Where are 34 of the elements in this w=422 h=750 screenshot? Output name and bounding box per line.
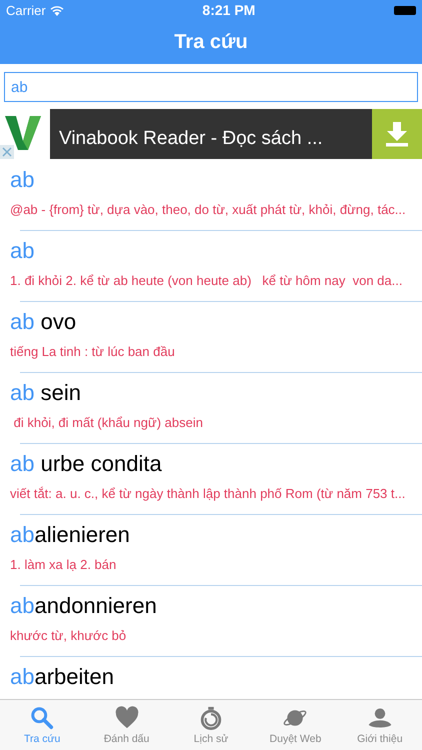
entry-definition: tiếng La tinh : từ lúc ban đầu: [10, 344, 176, 359]
wifi-icon: [50, 4, 64, 16]
entry-definition: viết tắt: a. u. c., kể từ ngày thành lập thành phố Rom (từ năm 753 t...: [10, 486, 406, 501]
nav-title: Tra cứu: [174, 30, 248, 54]
carrier-label: Carrier: [6, 2, 46, 18]
tab-bar-item[interactable]: Đánh dấu: [84, 700, 169, 750]
status-time: 8:21 PM: [202, 2, 256, 18]
entry-headword[interactable]: ab ovo: [10, 309, 76, 335]
tab-bar-item[interactable]: Tra cứu: [0, 700, 84, 750]
tab-bar-item[interactable]: Lịch sử: [168, 700, 254, 750]
battery-icon: [394, 6, 416, 14]
heart-icon: [114, 706, 140, 730]
tab-bar-item[interactable]: Duyệt Web: [253, 700, 338, 750]
entry-headword[interactable]: ab: [10, 238, 34, 264]
v-logo-icon: [3, 113, 43, 153]
entry-definition: 1. đi khỏi 2. kể từ ab heute (von heute ab) kể từ hôm nay von da...: [10, 273, 404, 288]
entry-headword[interactable]: abandonnieren: [10, 593, 157, 619]
entry-definition: đi khỏi, đi mất (khẩu ngữ) absein: [12, 415, 204, 430]
ad-title: Vinabook Reader - Đọc sách ...: [59, 128, 323, 150]
download-icon[interactable]: [384, 121, 410, 147]
person-icon: [366, 706, 393, 730]
entry-headword[interactable]: ab sein: [10, 380, 81, 406]
entry-headword[interactable]: ab urbe condita: [10, 451, 162, 477]
entry-definition: khước từ, khước bỏ: [10, 628, 128, 643]
entry-definition: 1. làm xa lạ 2. bán: [10, 557, 118, 572]
entry-headword[interactable]: abalienieren: [10, 522, 130, 548]
entry-headword[interactable]: ab: [10, 167, 34, 193]
entry-headword[interactable]: abarbeiten: [10, 664, 114, 690]
entry-definition: @ab - {from} từ, dựa vào, theo, do từ, xuất phát từ, khỏi, đừng, tác...: [10, 202, 407, 217]
ad-banner[interactable]: Vinabook Reader - Đọc sách ...: [0, 109, 422, 159]
tab-bar-item[interactable]: Giới thiệu: [338, 700, 422, 750]
search-icon: [29, 706, 56, 730]
search-field[interactable]: ab: [4, 72, 418, 102]
close-icon[interactable]: [0, 145, 14, 159]
